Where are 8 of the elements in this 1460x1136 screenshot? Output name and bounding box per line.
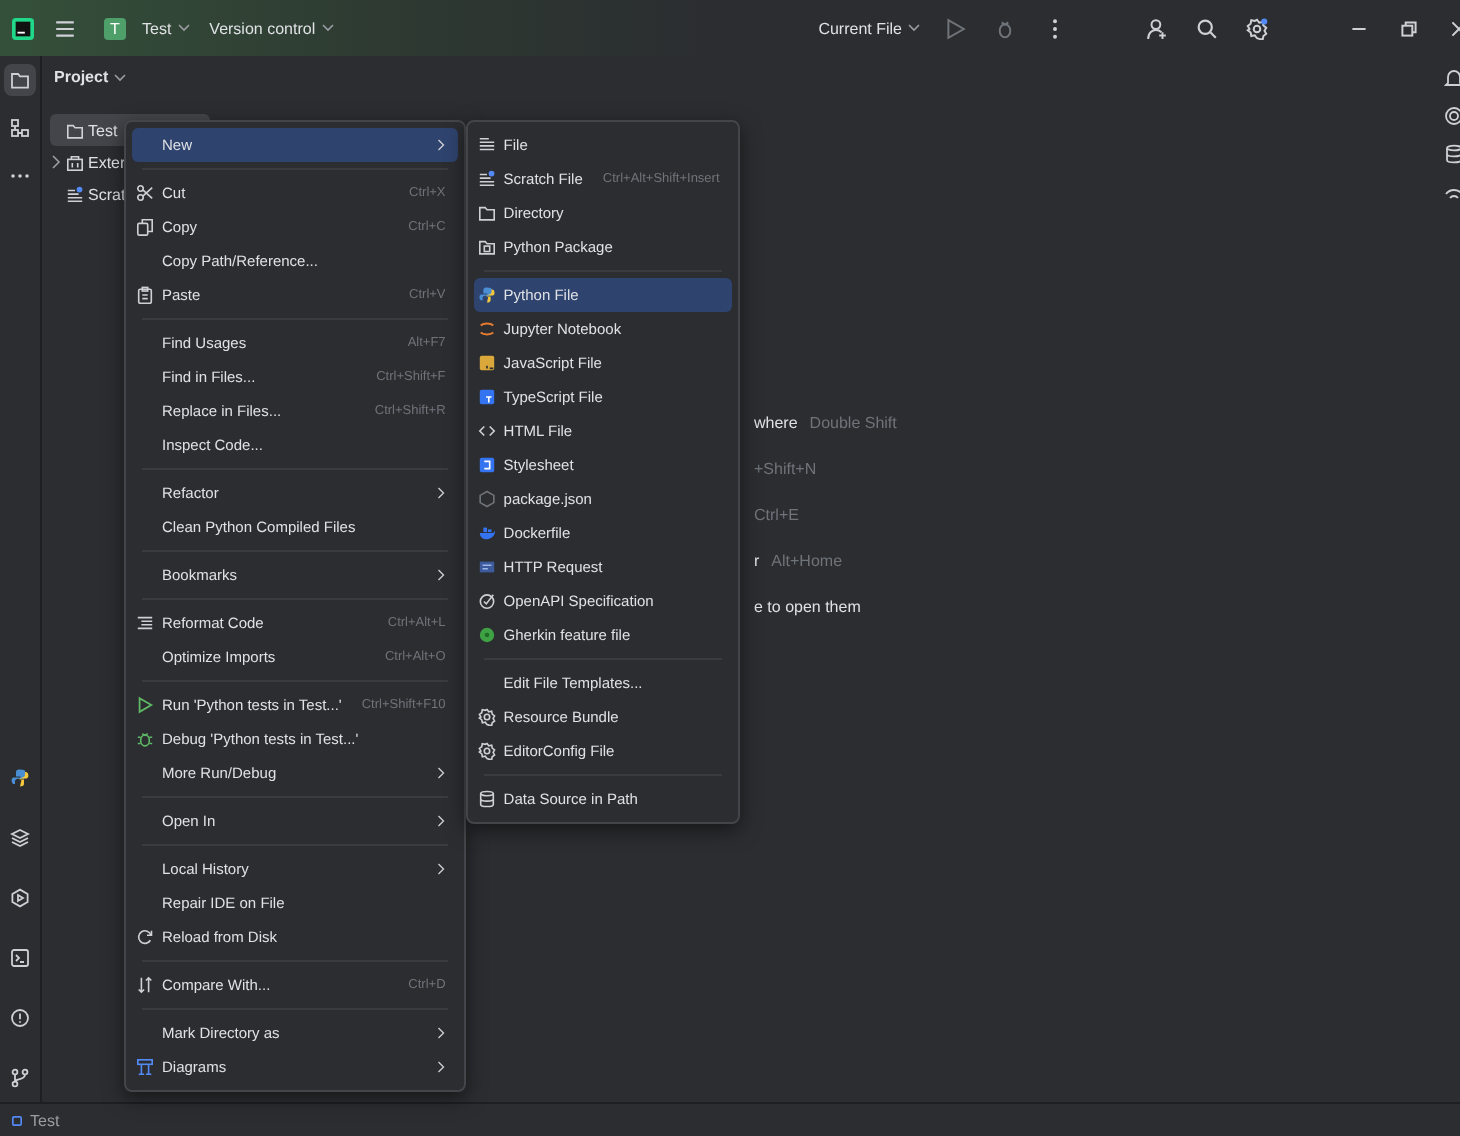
project-badge: T: [104, 17, 126, 39]
hint-text: where: [754, 414, 798, 432]
hint-text: r: [754, 552, 760, 570]
hint-shortcut: Alt+Home: [771, 552, 843, 570]
hint-text: e to open them: [754, 598, 861, 616]
hint-shortcut: +Shift+N: [754, 460, 817, 478]
hint-shortcut: Double Shift: [809, 414, 897, 432]
hint-shortcut: Ctrl+E: [754, 506, 799, 524]
